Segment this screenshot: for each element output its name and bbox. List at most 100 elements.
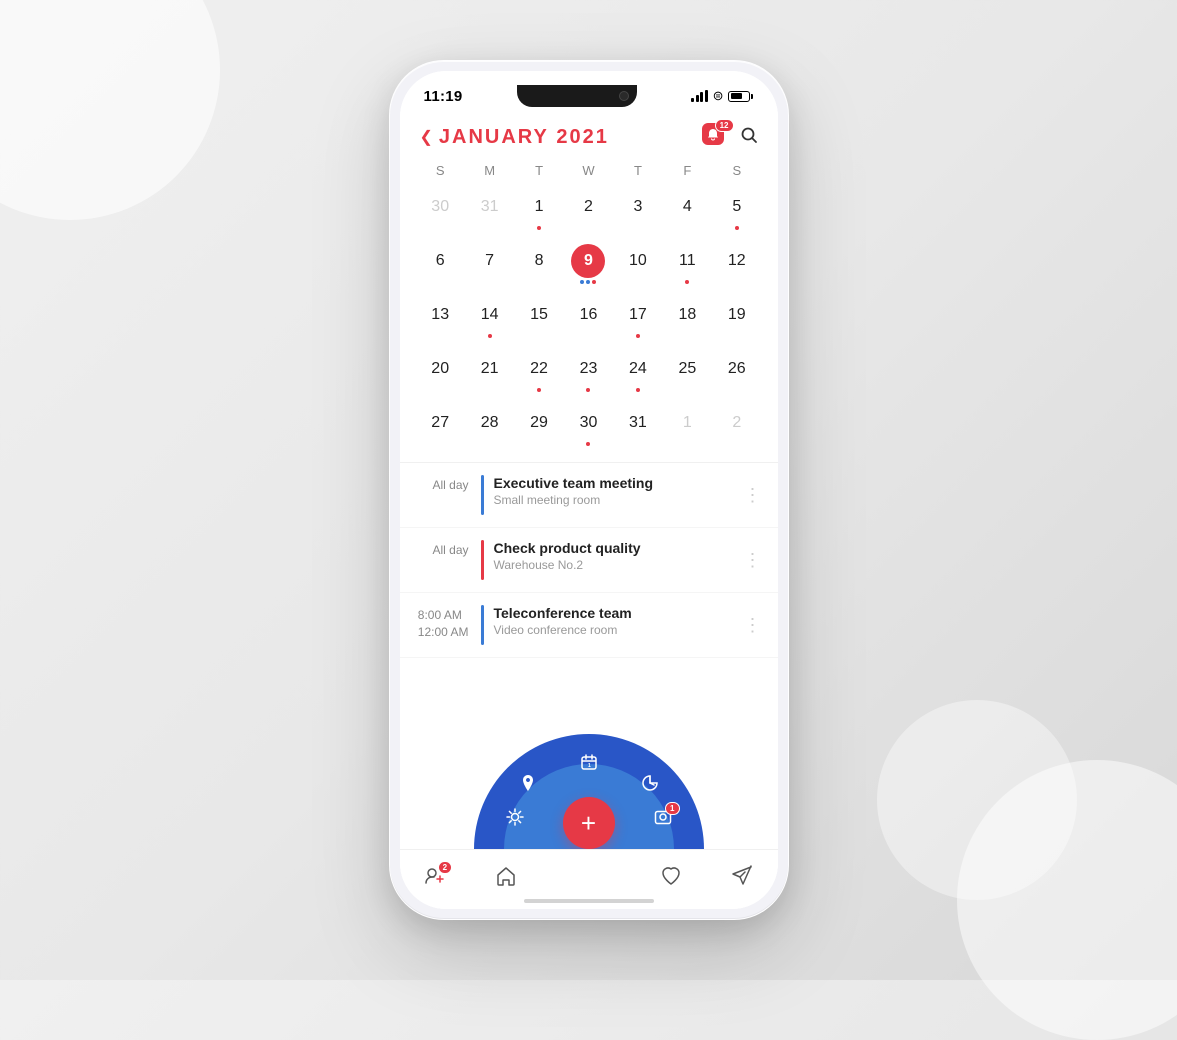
day-number: 19 bbox=[720, 298, 754, 332]
day-number: 9 bbox=[571, 244, 605, 278]
day-cell[interactable]: 25 bbox=[663, 348, 712, 400]
menu-calendar-button[interactable]: 1 bbox=[580, 753, 598, 776]
day-dots bbox=[586, 388, 590, 394]
day-cell[interactable]: 10 bbox=[613, 240, 662, 292]
event-item[interactable]: 8:00 AM12:00 AMTeleconference teamVideo … bbox=[400, 593, 778, 658]
day-cell[interactable]: 17 bbox=[613, 294, 662, 346]
day-number: 28 bbox=[473, 406, 507, 440]
menu-photo-button[interactable]: 1 bbox=[654, 808, 672, 831]
day-cell[interactable]: 31 bbox=[465, 186, 514, 238]
wifi-icon: ⊜ bbox=[713, 88, 724, 104]
day-number: 31 bbox=[473, 190, 507, 224]
day-number: 23 bbox=[571, 352, 605, 386]
camera-notch bbox=[619, 91, 629, 101]
day-cell[interactable]: 21 bbox=[465, 348, 514, 400]
day-cell[interactable]: 8 bbox=[514, 240, 563, 292]
menu-history-button[interactable] bbox=[641, 774, 659, 797]
day-number: 6 bbox=[423, 244, 457, 278]
day-dots bbox=[685, 280, 689, 286]
day-number: 30 bbox=[571, 406, 605, 440]
day-cell[interactable]: 12 bbox=[712, 240, 761, 292]
event-item[interactable]: All dayCheck product qualityWarehouse No… bbox=[400, 528, 778, 593]
day-dots bbox=[586, 442, 590, 448]
month-title: JANUARY 2021 bbox=[439, 126, 609, 149]
svg-text:1: 1 bbox=[588, 763, 591, 769]
event-menu-button[interactable]: ⋮ bbox=[744, 605, 762, 645]
day-cell[interactable]: 3 bbox=[613, 186, 662, 238]
day-cell[interactable]: 2 bbox=[712, 402, 761, 454]
prev-month-button[interactable]: ❮ bbox=[420, 127, 433, 147]
tab-friends[interactable]: 2 bbox=[416, 861, 454, 891]
day-cell[interactable]: 14 bbox=[465, 294, 514, 346]
phone-screen: 11:19 ⊜ bbox=[400, 71, 778, 909]
day-cell[interactable]: 13 bbox=[416, 294, 465, 346]
day-cell[interactable]: 20 bbox=[416, 348, 465, 400]
tab-send[interactable] bbox=[723, 861, 761, 891]
menu-location-button[interactable] bbox=[519, 774, 537, 797]
event-details: Executive team meetingSmall meeting room bbox=[494, 475, 744, 515]
day-cell[interactable]: 27 bbox=[416, 402, 465, 454]
day-number: 1 bbox=[670, 406, 704, 440]
day-number: 17 bbox=[621, 298, 655, 332]
status-time: 11:19 bbox=[424, 88, 463, 105]
day-cell[interactable]: 2 bbox=[564, 186, 613, 238]
event-bar bbox=[481, 605, 484, 645]
day-cell[interactable]: 23 bbox=[564, 348, 613, 400]
notification-count: 12 bbox=[715, 119, 734, 132]
event-title: Executive team meeting bbox=[494, 475, 744, 491]
fab-add-button[interactable]: + bbox=[563, 797, 615, 849]
days-grid: 3031123456789101112131415161718192021222… bbox=[416, 186, 762, 454]
day-cell[interactable]: 19 bbox=[712, 294, 761, 346]
day-cell[interactable]: 4 bbox=[663, 186, 712, 238]
event-bar bbox=[481, 540, 484, 580]
day-cell[interactable]: 16 bbox=[564, 294, 613, 346]
day-cell[interactable]: 31 bbox=[613, 402, 662, 454]
event-menu-button[interactable]: ⋮ bbox=[744, 475, 762, 515]
day-cell[interactable]: 24 bbox=[613, 348, 662, 400]
day-number: 18 bbox=[670, 298, 704, 332]
event-details: Teleconference team Video conference room bbox=[494, 605, 744, 645]
tab-favorites[interactable] bbox=[652, 861, 690, 891]
event-location: Video conference room bbox=[494, 623, 744, 637]
day-cell[interactable]: 18 bbox=[663, 294, 712, 346]
day-dots bbox=[636, 388, 640, 394]
day-cell[interactable]: 28 bbox=[465, 402, 514, 454]
menu-sun-button[interactable] bbox=[506, 808, 524, 831]
day-cell[interactable]: 30 bbox=[564, 402, 613, 454]
day-number: 22 bbox=[522, 352, 556, 386]
event-title: Teleconference team bbox=[494, 605, 744, 621]
day-header-thu: T bbox=[613, 159, 662, 182]
day-number: 3 bbox=[621, 190, 655, 224]
tab-home[interactable] bbox=[487, 861, 525, 891]
day-cell[interactable]: 7 bbox=[465, 240, 514, 292]
day-cell[interactable]: 9 bbox=[564, 240, 613, 292]
phone-frame: 11:19 ⊜ bbox=[389, 60, 789, 920]
day-cell[interactable]: 1 bbox=[663, 402, 712, 454]
day-number: 27 bbox=[423, 406, 457, 440]
day-cell[interactable]: 15 bbox=[514, 294, 563, 346]
day-cell[interactable]: 29 bbox=[514, 402, 563, 454]
app-content: ❮ JANUARY 2021 12 bbox=[400, 115, 778, 739]
day-dots bbox=[488, 334, 492, 340]
event-menu-button[interactable]: ⋮ bbox=[744, 540, 762, 580]
day-cell[interactable]: 30 bbox=[416, 186, 465, 238]
event-item[interactable]: All dayExecutive team meetingSmall meeti… bbox=[400, 463, 778, 528]
day-cell[interactable]: 1 bbox=[514, 186, 563, 238]
notification-button[interactable]: 12 bbox=[702, 123, 730, 151]
header-right: 12 bbox=[702, 123, 758, 151]
day-number: 15 bbox=[522, 298, 556, 332]
event-time: All day bbox=[416, 540, 481, 580]
header-left: ❮ JANUARY 2021 bbox=[420, 126, 609, 149]
day-number: 4 bbox=[670, 190, 704, 224]
calendar-header: ❮ JANUARY 2021 12 bbox=[400, 115, 778, 155]
day-dots bbox=[537, 226, 541, 232]
day-cell[interactable]: 5 bbox=[712, 186, 761, 238]
day-cell[interactable]: 6 bbox=[416, 240, 465, 292]
day-number: 20 bbox=[423, 352, 457, 386]
event-bar bbox=[481, 475, 484, 515]
day-number: 2 bbox=[571, 190, 605, 224]
day-cell[interactable]: 26 bbox=[712, 348, 761, 400]
day-cell[interactable]: 22 bbox=[514, 348, 563, 400]
day-cell[interactable]: 11 bbox=[663, 240, 712, 292]
search-button[interactable] bbox=[740, 126, 758, 149]
